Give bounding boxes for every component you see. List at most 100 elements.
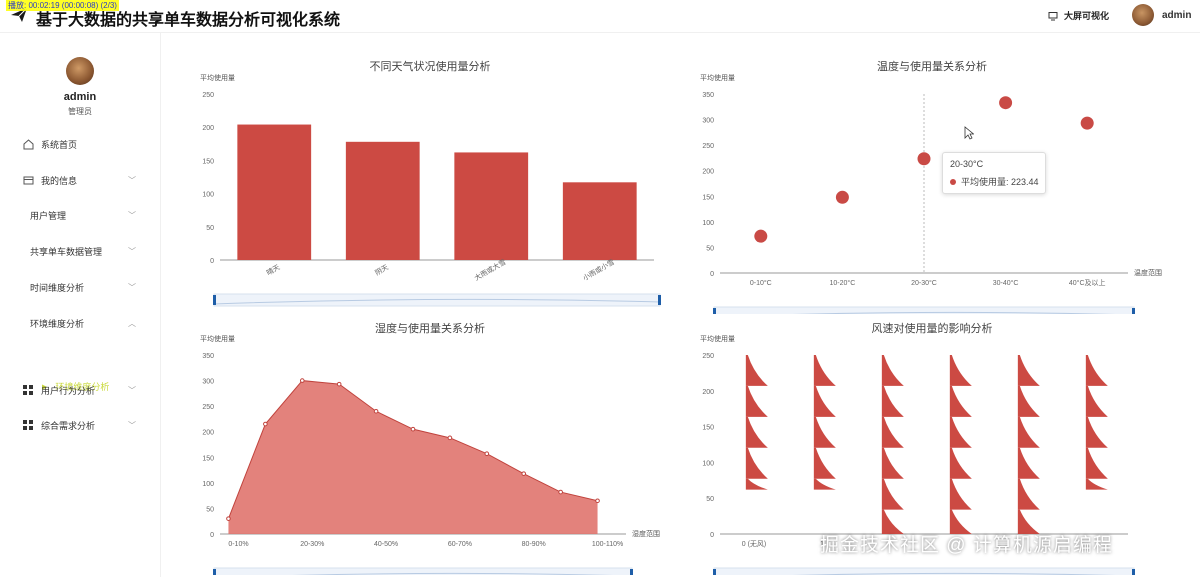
zoom-handle-right — [1132, 569, 1135, 575]
x-axis-label: 湿度范围 — [632, 529, 660, 538]
wind-bar-segment — [949, 416, 972, 448]
data-point — [336, 381, 342, 387]
wind-bar-segment — [1017, 416, 1040, 448]
data-point — [558, 489, 563, 495]
wind-bar-segment — [745, 478, 768, 490]
avatar — [1132, 4, 1154, 26]
bar — [237, 124, 312, 260]
scatter-point — [917, 152, 931, 166]
zoom-handle-left — [213, 569, 216, 575]
video-timestamp-overlay: 播放: 00:02:19 (00:00:08) (2/3) — [6, 0, 119, 11]
weather-bar-chart: 平均使用量 0 50 100 150 200 250 晴天 阴天 大雨或大雪 小雨或小雪 — [200, 74, 661, 307]
y-tick-label: 150 — [202, 158, 214, 165]
sidebar-item-environment-analysis[interactable]: 环境维度分析 ︿ — [0, 313, 150, 333]
chevron-down-icon: ﹀ — [128, 247, 136, 256]
x-tick-label: 40-50% — [374, 541, 398, 548]
y-tick-label: 350 — [202, 353, 214, 360]
x-tick-label: 晴天 — [265, 262, 282, 277]
chevron-down-icon: ﹀ — [128, 386, 136, 395]
y-axis-label: 平均使用量 — [700, 74, 735, 82]
y-tick-label: 250 — [202, 404, 214, 411]
data-point — [484, 451, 490, 457]
sidebar-item-user-behavior[interactable]: 用户行为分析 ﹀ — [0, 380, 150, 400]
scatter-point — [1080, 116, 1094, 130]
bar — [454, 152, 529, 260]
bigscreen-link[interactable]: 大屏可视化 — [1048, 9, 1109, 22]
y-tick-label: 0 — [710, 271, 714, 278]
x-tick-label: 0-10°C — [750, 279, 772, 287]
temperature-scatter-chart: 平均使用量 0 50 100 150 200 250 300 350 温度范围 0-10°C 10-2… — [700, 74, 1162, 314]
sidebar-item-label: 共享单车数据管理 — [30, 246, 103, 257]
chart-tooltip: 20-30°C 平均使用量: 223.44 — [942, 152, 1046, 194]
x-tick-label: 30-40°C — [993, 279, 1019, 287]
x-tick-label: 20-30°C — [911, 279, 937, 287]
y-tick-label: 300 — [702, 118, 714, 125]
wind-bar-segment — [1017, 478, 1040, 510]
wind-bar-segment — [1017, 355, 1040, 386]
wind-bar-segment — [881, 447, 904, 479]
y-tick-label: 0 — [710, 532, 714, 539]
sidebar-item-user-management[interactable]: 用户管理 ﹀ — [0, 205, 150, 225]
scatter-point — [999, 96, 1013, 110]
x-axis-label: 温度范围 — [1134, 268, 1162, 277]
y-tick-label: 100 — [702, 460, 714, 467]
chart-title-humidity: 湿度与使用量关系分析 — [375, 323, 485, 335]
monitor-icon — [1048, 11, 1058, 20]
data-point — [521, 471, 527, 476]
tooltip-row: 平均使用量: 223.44 — [950, 175, 1039, 188]
sidebar-item-my-info[interactable]: 我的信息 ﹀ — [0, 170, 150, 190]
wind-bar-segment — [949, 385, 972, 417]
wind-bar-segment — [745, 416, 768, 448]
sidebar-item-demand-analysis[interactable]: 综合需求分析 ﹀ — [0, 415, 150, 435]
wind-bar-segment — [813, 478, 836, 490]
wind-bar-segment — [949, 478, 972, 510]
x-tick-label: 100-110% — [592, 541, 623, 548]
y-tick-label: 0 — [210, 258, 214, 265]
sidebar-item-time-analysis[interactable]: 时间维度分析 ﹀ — [0, 277, 150, 297]
chart-title-weather: 不同天气状况使用量分析 — [369, 61, 491, 73]
sidebar-item-label: 我的信息 — [41, 175, 78, 186]
scatter-point — [754, 229, 768, 243]
wind-bar-segment — [881, 355, 904, 386]
data-point — [226, 516, 231, 521]
wind-bar-segment — [1085, 385, 1108, 417]
sidebar-item-bike-data-management[interactable]: 共享单车数据管理 ﹀ — [0, 241, 150, 261]
data-point — [299, 378, 305, 383]
y-tick-label: 250 — [202, 92, 214, 99]
sidebar: admin 管理员 系统首页 我的信息 ﹀ 用户管理 ﹀ 共享单车数据管理 ﹀ … — [0, 33, 161, 577]
bigscreen-label: 大屏可视化 — [1064, 11, 1110, 21]
x-tick-label: 40°C及以上 — [1069, 278, 1106, 287]
data-point — [373, 408, 379, 414]
chevron-up-icon: ︿ — [128, 319, 136, 328]
watermark: 掘金技术社区 @ 计算机源启编程 — [820, 535, 1113, 556]
area-fill — [228, 380, 598, 534]
zoom-handle-right — [1132, 308, 1135, 314]
grid-icon — [22, 384, 34, 396]
x-tick-label: 小雨或小雪 — [581, 257, 616, 282]
sidebar-item-label: 系统首页 — [41, 139, 78, 150]
wind-bar-segment — [881, 385, 904, 417]
top-bar: 基于大数据的共享单车数据分析可视化系统 播放: 00:02:19 (00:00:… — [0, 0, 1200, 33]
y-tick-label: 50 — [706, 496, 714, 503]
data-point — [595, 498, 600, 504]
sidebar-item-home[interactable]: 系统首页 — [0, 134, 150, 154]
wind-bar-segment — [813, 355, 836, 386]
wind-bar-segment — [813, 385, 836, 417]
wind-bar-segment — [813, 447, 836, 479]
y-tick-label: 50 — [206, 225, 214, 232]
data-point — [447, 435, 453, 441]
y-axis-label: 平均使用量 — [200, 74, 235, 82]
wind-bar-segment — [745, 447, 768, 479]
sidebar-item-label: 用户管理 — [30, 210, 67, 221]
zoom-handle-left — [713, 308, 716, 314]
x-tick-label: 0-10% — [228, 541, 248, 548]
user-name: admin — [1162, 9, 1192, 21]
y-tick-label: 250 — [702, 353, 714, 360]
x-tick-label: 阴天 — [373, 262, 390, 277]
chevron-down-icon: ﹀ — [128, 176, 136, 185]
y-tick-label: 350 — [702, 92, 714, 99]
bar — [562, 182, 637, 260]
sidebar-avatar — [66, 57, 94, 85]
zoom-handle-right — [630, 569, 633, 575]
user-menu[interactable]: admin — [1132, 4, 1191, 26]
